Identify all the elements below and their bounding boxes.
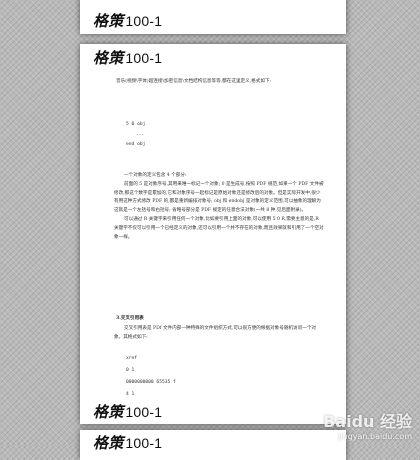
intro-line: 音乐(视频\字体)超连接\加密信息\文档结构信息等等,都在这里定义,格式如下: [116,79,272,84]
code-line: 0000000000 65535 f [126,380,176,385]
code-line: 5 0 obj [126,122,146,127]
document-page: 格策 100-1 音乐(视频\字体)超连接\加密信息\文档结构信息等等,都在这里… [80,44,346,424]
brand-script: 格策 [93,12,124,30]
code-line: 4 1 [126,392,135,397]
paragraph: 可以通过 R 关键字来引用任何一个对象,比如要引用上面的对象,可以使用 5 0 … [114,216,324,240]
section-paragraph: 交叉引用表是 PDf 文件内部一种特殊的文件组织方式,可以很方便的根据对象号随机… [114,325,324,343]
paragraph: 交叉引用表是 PDf 文件内部一种特殊的文件组织方式,可以很方便的根据对象号随机… [114,326,317,340]
code-line: 0 1 [126,368,135,373]
brand-number: 100-1 [125,404,163,420]
brand-script: 格策 [93,403,124,421]
code-line: xref [126,356,138,361]
document-page-previous: 格策 100-1 [80,0,346,34]
watermark-url: jingyan.baidu.com [338,432,412,441]
paragraph: 前面的 5 是对象序号,其用来唯一标记一个对象; 0 是生成号,按照 PDF 规… [114,181,324,214]
page-footer-brand: 格策 100-1 [93,401,162,422]
page-header-brand: 格策 100-1 [93,432,162,453]
brand-script: 格策 [93,49,124,67]
page-header-brand: 格策 100-1 [93,47,162,68]
brand-script: 格策 [93,434,124,452]
code-line: ... [136,132,145,137]
section-heading: 3.交叉引用表 [116,316,144,321]
brand-number: 100-1 [125,435,163,451]
watermark-logo: Baidu 经验 [323,408,412,432]
body-paragraphs: 一个对象的定义包含 4 个部分: 前面的 5 是对象序号,其用来唯一标记一个对象… [114,172,324,242]
document-page-next: 格策 100-1 [80,430,346,460]
watermark-text: Baidu 经验 [323,412,412,431]
page-header-brand: 格策 100-1 [93,10,162,31]
brand-number: 100-1 [125,13,163,29]
baidu-watermark: Baidu 经验 jingyan.baidu.com [323,408,412,441]
code-line: end obj [126,142,146,147]
paragraph: 一个对象的定义包含 4 个部分: [124,173,187,178]
brand-number: 100-1 [125,50,163,66]
